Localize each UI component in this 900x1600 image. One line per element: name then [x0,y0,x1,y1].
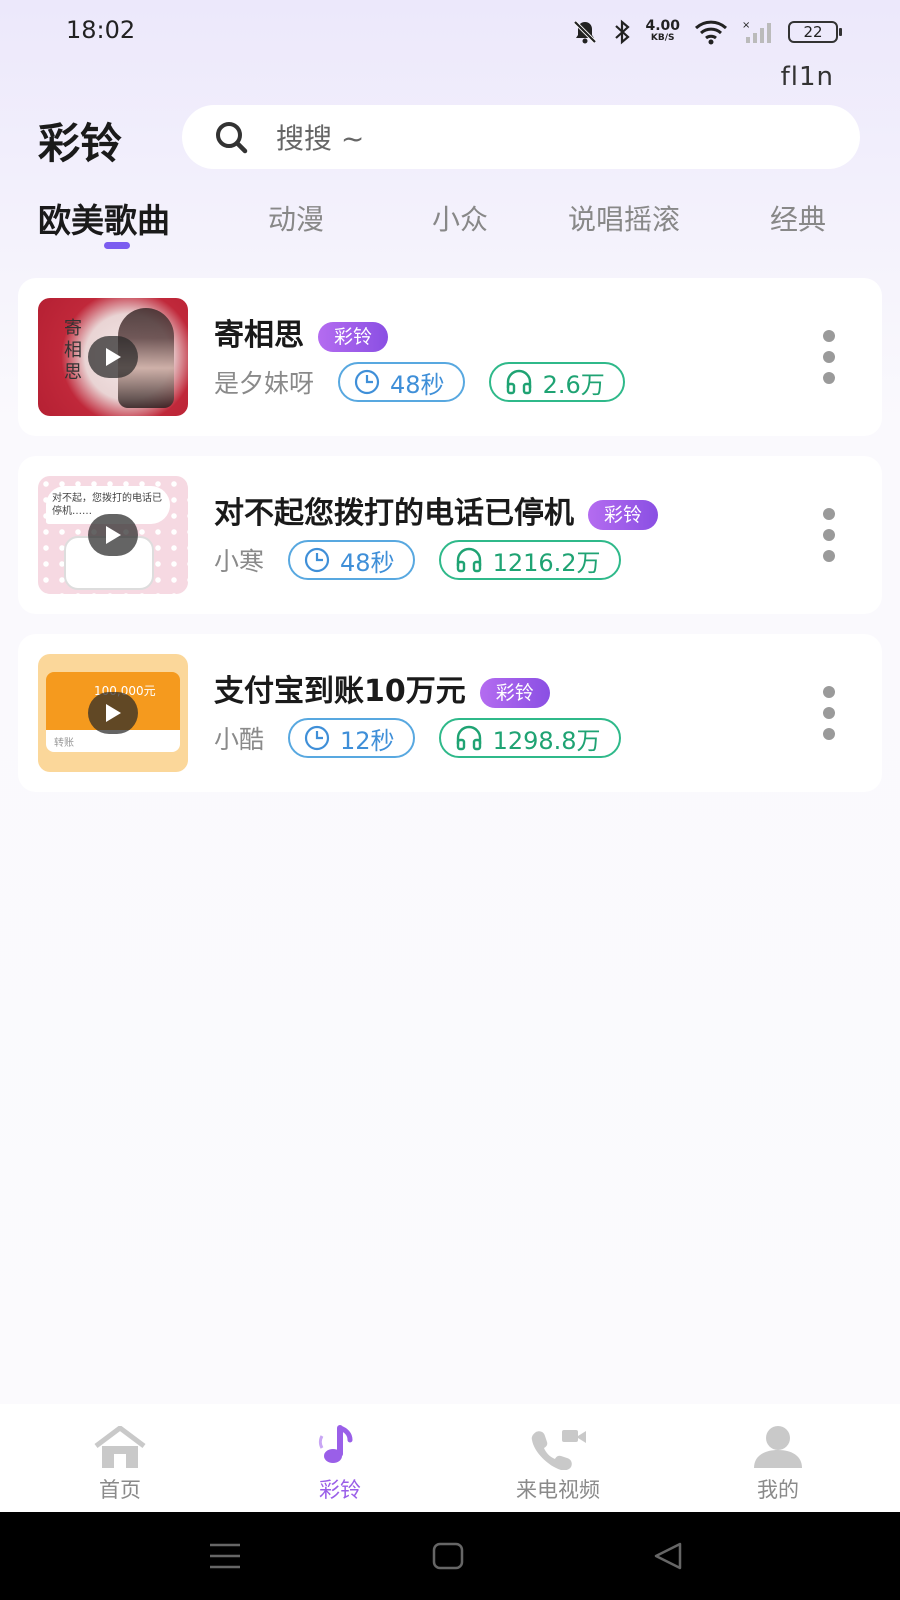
wifi-icon [694,20,728,45]
song-title-row: 寄相思 彩铃 [214,310,389,354]
song-meta: 小寒 48秒 1216.2万 [214,540,621,580]
music-note-icon [318,1425,353,1463]
tab-western-songs[interactable]: 欧美歌曲 [38,194,170,242]
clock-icon [304,547,330,573]
bottom-nav: 首页 彩铃 来电视频 我的 [0,1404,900,1512]
nav-call-video[interactable]: 来电视频 [488,1422,628,1504]
headphones-icon [456,725,481,751]
more-options-icon[interactable] [822,508,836,562]
nav-label: 我的 [757,1478,799,1502]
menu-icon[interactable] [208,1542,242,1570]
nav-label: 彩铃 [319,1478,361,1502]
song-meta: 是夕妹呀 48秒 2.6万 [214,362,625,402]
plays-value: 1298.8万 [492,726,601,755]
artist-name: 小酷 [214,725,265,754]
tab-rap-rock[interactable]: 说唱摇滚 [568,198,680,238]
system-nav-bar [0,1512,900,1600]
status-time: 18:02 [66,16,136,44]
nav-label: 来电视频 [516,1478,600,1502]
ringtone-tag: 彩铃 [318,321,389,352]
plays-value: 2.6万 [542,370,605,399]
mute-bell-icon [574,20,597,44]
home-icon [94,1426,146,1468]
tab-anime[interactable]: 动漫 [268,198,324,238]
play-icon [106,526,121,544]
song-title: 支付宝到账10万元 [214,674,466,709]
song-thumbnail[interactable]: 寄相思 [38,298,188,416]
clock-icon [354,369,380,395]
battery-indicator: 22 [788,21,842,43]
nav-mine[interactable]: 我的 [708,1422,848,1504]
net-speed: 4.00 KB/S [645,18,680,43]
song-card[interactable]: 对不起，您拨打的电话已停机…… 对不起您拨打的电话已停机 彩铃 小寒 48秒 12… [18,456,882,614]
category-tabs: 欧美歌曲 动漫 小众 说唱摇滚 经典 [0,190,900,260]
corner-mark: fl1n [780,62,834,92]
song-title-row: 支付宝到账10万元 彩铃 [214,666,550,710]
play-button[interactable] [88,692,138,734]
song-meta: 小酷 12秒 1298.8万 [214,718,621,758]
song-title: 对不起您拨打的电话已停机 [214,496,574,531]
tab-niche[interactable]: 小众 [432,198,488,238]
status-icons: 4.00 KB/S × 22 [571,14,842,50]
headphones-icon [456,547,481,573]
tab-classic[interactable]: 经典 [770,198,826,238]
search-input[interactable]: 搜搜 ~ [182,105,860,169]
bluetooth-icon [615,19,631,45]
duration-badge: 12秒 [288,718,415,758]
ringtone-tag: 彩铃 [588,499,659,530]
tab-indicator [104,242,130,249]
signal-icon: × [742,20,771,43]
home-square-icon[interactable] [432,1542,464,1570]
play-button[interactable] [88,336,138,378]
nav-home[interactable]: 首页 [50,1422,190,1504]
thumb-transfer-label: 转账 [54,738,74,749]
song-card[interactable]: 100,000元 转账 支付宝到账10万元 彩铃 小酷 12秒 1298.8万 [18,634,882,792]
song-thumbnail[interactable]: 100,000元 转账 [38,654,188,772]
duration-value: 48秒 [390,370,445,399]
more-options-icon[interactable] [822,330,836,384]
artist-name: 是夕妹呀 [214,369,315,398]
nav-ringtone[interactable]: 彩铃 [270,1422,410,1504]
search-icon [216,122,248,154]
page-title: 彩铃 [38,119,123,168]
song-thumbnail[interactable]: 对不起，您拨打的电话已停机…… [38,476,188,594]
more-options-icon[interactable] [822,686,836,740]
search-placeholder: 搜搜 ~ [276,122,365,155]
plays-badge: 2.6万 [488,362,625,402]
song-title: 寄相思 [214,318,304,353]
status-bar: 18:02 4.00 KB/S × 22 [0,0,900,64]
duration-badge: 48秒 [288,540,415,580]
back-icon[interactable] [652,1542,684,1570]
ringtone-tag: 彩铃 [479,677,550,708]
clock-icon [304,725,330,751]
duration-value: 48秒 [340,548,395,577]
plays-value: 1216.2万 [492,548,601,577]
phone-video-icon [531,1430,586,1470]
nav-label: 首页 [99,1478,141,1502]
play-button[interactable] [88,514,138,556]
duration-badge: 48秒 [338,362,465,402]
plays-badge: 1298.8万 [438,718,621,758]
duration-value: 12秒 [340,726,395,755]
song-title-row: 对不起您拨打的电话已停机 彩铃 [214,488,659,532]
play-icon [106,348,121,366]
headphones-icon [506,369,531,395]
play-icon [106,704,121,722]
artist-name: 小寒 [214,547,265,576]
song-card[interactable]: 寄相思 寄相思 彩铃 是夕妹呀 48秒 2.6万 [18,278,882,436]
svg-text:×: × [742,20,750,31]
thumb-caption: 寄相思 [64,318,82,383]
user-icon [754,1426,802,1468]
plays-badge: 1216.2万 [438,540,621,580]
